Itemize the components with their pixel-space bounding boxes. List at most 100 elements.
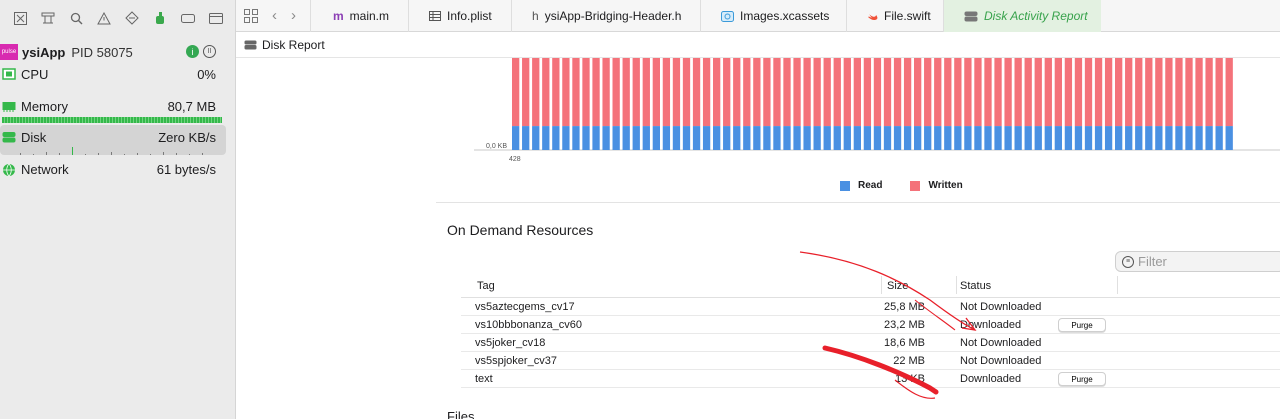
bar-read [863,126,872,150]
row-status: Not Downloaded [960,337,1042,349]
bar-read [954,126,962,150]
gauge-memory[interactable]: Memory 80,7 MB [0,94,226,124]
bar-written [1074,58,1083,127]
bar-written [592,58,600,127]
table-row[interactable]: vs5spjoker_cv37 22 MB Not Downloaded [461,352,1280,370]
bar-written [954,58,962,127]
list-icon[interactable] [205,7,227,29]
bar-read [672,126,681,150]
bar-written [1094,58,1103,127]
filter-icon: ≡ [1122,255,1134,268]
bar-written [974,58,982,127]
gauge-label: Network [21,162,69,177]
bar-written [1135,58,1143,127]
bar-written [682,58,691,127]
tab-label: main.m [349,9,390,23]
bar-written [1215,58,1223,127]
row-size: 23,2 MB [884,319,925,331]
bar-read [903,126,912,150]
filter-field[interactable]: ≡ Filter [1115,251,1280,272]
gauge-disk[interactable]: Disk Zero KB/s [0,125,226,155]
tab-label: Images.xcassets [740,9,830,23]
bar-read [944,126,952,150]
bar-written [602,58,610,127]
bar-written [1054,58,1062,127]
bar-read [873,126,882,150]
bar-read [783,126,791,150]
section-title: On Demand Resources [447,222,594,238]
bar-read [1165,126,1173,150]
row-size: 18,6 MB [884,337,925,349]
hierarchy-icon[interactable] [37,7,59,29]
process-row[interactable]: pulse ysiApp PID 58075 i II [0,42,236,62]
gauge-network[interactable]: Network 61 bytes/s [0,157,226,187]
diamond-icon[interactable] [121,7,143,29]
tab-bridging-header[interactable]: h ysiApp-Bridging-Header.h [511,0,711,32]
column-header-size[interactable]: Size [887,280,908,292]
close-icon[interactable] [9,7,31,29]
column-header-tag[interactable]: Tag [477,280,495,292]
search-icon[interactable] [65,7,87,29]
table-row[interactable]: vs10bbbonanza_cv60 23,2 MB Downloaded Pu… [461,316,1280,334]
tab-file-swift[interactable]: File.swift [846,0,944,32]
table-row[interactable]: vs5aztecgems_cv17 25,8 MB Not Downloaded [461,298,1280,316]
bar-read [1185,126,1193,150]
bar-written [612,58,620,127]
tag-icon[interactable] [177,7,199,29]
info-icon[interactable]: i [186,45,199,58]
bar-written [723,58,731,127]
sparkline-tick [124,154,125,155]
row-tag: vs10bbbonanza_cv60 [475,319,583,331]
tab-disk-activity-report[interactable]: Disk Activity Report [943,0,1101,32]
gauge-label: Memory [21,99,68,114]
bar-written [1155,58,1163,127]
bar-written [1125,58,1133,127]
bar-read [803,126,811,150]
bar-read [542,126,550,150]
table-row[interactable]: text 13 KB Downloaded Purge [461,370,1280,388]
bar-written [662,58,671,127]
bar-read [512,126,520,150]
purge-button[interactable]: Purge [1058,372,1106,386]
bar-read [1014,126,1022,150]
bar-read [743,126,751,150]
legend-label-read: Read [858,180,883,191]
pause-icon[interactable]: II [203,45,216,58]
sparkline-tick [33,154,34,155]
row-tag: vs5aztecgems_cv17 [475,301,575,313]
gauge-cpu[interactable]: CPU 0% [0,62,226,92]
spray-icon[interactable] [149,7,171,29]
bar-written [582,58,590,127]
bar-written [1044,58,1052,127]
bar-read [692,126,701,150]
bar-read [833,126,841,150]
tab-info-plist[interactable]: Info.plist [408,0,518,32]
back-icon[interactable]: ‹ [272,7,277,24]
bar-read [773,126,781,150]
disk-icon [244,40,257,49]
bar-read [924,126,932,150]
row-size: 25,8 MB [884,301,925,313]
bar-written [823,58,831,127]
bar-written [1024,58,1032,127]
bar-written [944,58,952,127]
bar-read [1024,126,1032,150]
purge-button[interactable]: Purge [1058,318,1106,332]
bar-written [753,58,761,127]
column-header-status[interactable]: Status [960,280,991,292]
bar-written [873,58,882,127]
report-title[interactable]: Disk Report [262,38,325,52]
bar-read [1094,126,1103,150]
bar-read [1084,126,1093,150]
warning-icon[interactable] [93,7,115,29]
forward-icon[interactable]: › [291,7,296,24]
bar-written [903,58,912,127]
bar-written [1225,58,1233,127]
tab-images-xcassets[interactable]: Images.xcassets [700,0,846,32]
grid-icon[interactable] [244,9,258,23]
bar-read [582,126,590,150]
bar-read [853,126,861,150]
bar-read [602,126,610,150]
table-row[interactable]: vs5joker_cv18 18,6 MB Not Downloaded [461,334,1280,352]
bar-read [532,126,540,150]
